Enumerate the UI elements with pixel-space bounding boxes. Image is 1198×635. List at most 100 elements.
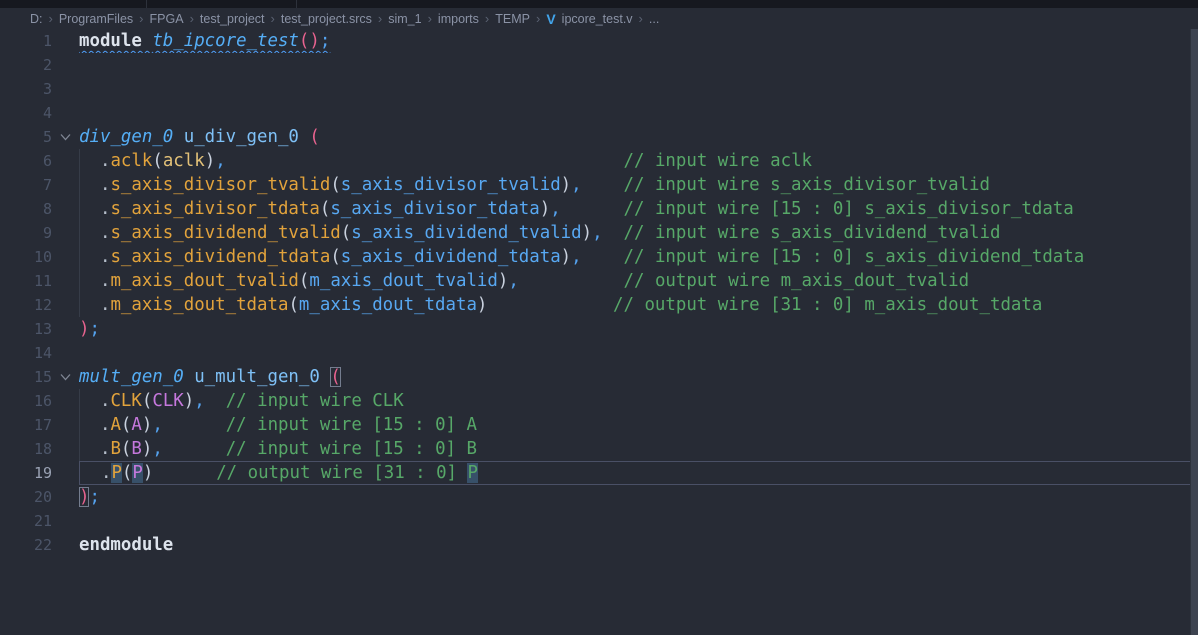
code-text[interactable]: .s_axis_dividend_tdata(s_axis_dividend_t… (79, 245, 1190, 269)
code-text[interactable] (79, 341, 1190, 365)
code-line[interactable]: 3 (0, 77, 1198, 101)
code-line[interactable]: 5div_gen_0 u_div_gen_0 ( (0, 125, 1198, 149)
code-text[interactable]: endmodule (79, 533, 1190, 557)
code-token: // input wire [15 : 0] s_axis_dividend_t… (624, 247, 1085, 267)
code-line[interactable]: 8 .s_axis_divisor_tdata(s_axis_divisor_t… (0, 197, 1198, 221)
breadcrumb-item[interactable]: test_project.srcs (281, 12, 372, 26)
code-token: // input wire aclk (624, 151, 812, 171)
code-line[interactable]: 22endmodule (0, 533, 1198, 557)
code-line[interactable]: 4 (0, 101, 1198, 125)
code-text[interactable]: .A(A), // input wire [15 : 0] A (79, 413, 1190, 437)
code-text[interactable]: .s_axis_divisor_tdata(s_axis_divisor_tda… (79, 197, 1190, 221)
code-text[interactable]: mult_gen_0 u_mult_gen_0 ( (79, 365, 1190, 389)
code-line[interactable]: 12 .m_axis_dout_tdata(m_axis_dout_tdata)… (0, 293, 1198, 317)
breadcrumb-item[interactable]: D: (30, 12, 43, 26)
gutter: 17 (0, 413, 79, 437)
code-token (561, 199, 624, 219)
code-text[interactable]: module tb_ipcore_test(); (79, 29, 1190, 53)
code-line[interactable]: 9 .s_axis_dividend_tvalid(s_axis_dividen… (0, 221, 1198, 245)
code-line[interactable]: 18 .B(B), // input wire [15 : 0] B (0, 437, 1198, 461)
code-text[interactable]: .s_axis_dividend_tvalid(s_axis_dividend_… (79, 221, 1190, 245)
code-text[interactable] (79, 509, 1190, 533)
breadcrumb-item[interactable]: sim_1 (388, 12, 421, 26)
code-text[interactable]: .m_axis_dout_tvalid(m_axis_dout_tvalid),… (79, 269, 1190, 293)
fold-chevron-icon[interactable] (52, 365, 79, 389)
code-token: , (571, 175, 581, 195)
code-token: ) (79, 319, 89, 339)
code-token: , (508, 271, 518, 291)
fold-spacer (52, 461, 79, 485)
code-token: ; (89, 319, 99, 339)
code-text[interactable]: div_gen_0 u_div_gen_0 ( (79, 125, 1190, 149)
code-token (226, 151, 624, 171)
chevron-right-icon: › (428, 11, 432, 26)
code-line[interactable]: 21 (0, 509, 1198, 533)
code-text[interactable]: .P(P) // output wire [31 : 0] P (79, 461, 1190, 485)
code-line[interactable]: 15mult_gen_0 u_mult_gen_0 ( (0, 365, 1198, 389)
code-text[interactable]: ); (79, 317, 1190, 341)
code-text[interactable]: .m_axis_dout_tdata(m_axis_dout_tdata) //… (79, 293, 1190, 317)
code-text[interactable]: .B(B), // input wire [15 : 0] B (79, 437, 1190, 461)
code-line[interactable]: 10 .s_axis_dividend_tdata(s_axis_dividen… (0, 245, 1198, 269)
code-token: ( (288, 295, 298, 315)
code-line[interactable]: 2 (0, 53, 1198, 77)
code-token: u_div_gen_0 (184, 127, 299, 147)
breadcrumb-item[interactable]: ProgramFiles (59, 12, 133, 26)
code-line[interactable]: 14 (0, 341, 1198, 365)
code-line[interactable]: 16 .CLK(CLK), // input wire CLK (0, 389, 1198, 413)
code-line[interactable]: 20); (0, 485, 1198, 509)
fold-spacer (52, 77, 79, 101)
code-token: ) (205, 151, 215, 171)
code-text[interactable] (79, 77, 1190, 101)
breadcrumb-item[interactable]: ... (649, 12, 659, 26)
code-token: ) (498, 271, 508, 291)
code-token: . (100, 415, 110, 435)
code-token: . (100, 223, 110, 243)
gutter: 16 (0, 389, 79, 413)
code-line[interactable]: 11 .m_axis_dout_tvalid(m_axis_dout_tvali… (0, 269, 1198, 293)
line-number: 13 (0, 317, 52, 341)
code-editor[interactable]: 1 module tb_ipcore_test();2345div_gen_0 u… (0, 29, 1198, 635)
fold-spacer (52, 509, 79, 533)
code-token: ) (561, 175, 571, 195)
code-line[interactable]: 7 .s_axis_divisor_tvalid(s_axis_divisor_… (0, 173, 1198, 197)
code-line[interactable]: 6 .aclk(aclk), // input wire aclk (0, 149, 1198, 173)
code-text[interactable]: ); (79, 485, 1190, 509)
code-text[interactable]: .aclk(aclk), // input wire aclk (79, 149, 1190, 173)
breadcrumb-item[interactable]: ipcore_test.v (562, 12, 633, 26)
scrollbar-thumb[interactable] (1190, 29, 1198, 635)
line-number: 6 (0, 149, 52, 173)
breadcrumb-item[interactable]: FPGA (150, 12, 184, 26)
vertical-scrollbar[interactable] (1190, 29, 1198, 635)
line-number: 16 (0, 389, 52, 413)
line-number: 9 (0, 221, 52, 245)
code-token: // input wire [15 : 0] s_axis_divisor_td… (624, 199, 1074, 219)
code-token: mult_gen_0 (79, 367, 184, 387)
code-token: m_axis_dout_tdata (110, 295, 288, 315)
breadcrumb-item[interactable]: TEMP (495, 12, 530, 26)
verilog-file-icon: V (546, 11, 555, 27)
code-token: ) (184, 391, 194, 411)
code-token: ) (79, 487, 89, 507)
fold-chevron-icon[interactable] (52, 125, 79, 149)
editor-tab-strip[interactable] (0, 0, 1198, 8)
code-line[interactable]: 19 .P(P) // output wire [31 : 0] P (0, 461, 1198, 485)
code-text[interactable] (79, 101, 1190, 125)
code-token: ) (561, 247, 571, 267)
code-token: , (571, 247, 581, 267)
line-number: 1 (0, 29, 52, 53)
code-token: . (100, 271, 110, 291)
gutter: 18 (0, 437, 79, 461)
code-token: , (550, 199, 560, 219)
code-line[interactable]: 13); (0, 317, 1198, 341)
code-token: ( (330, 367, 340, 387)
code-text[interactable]: .CLK(CLK), // input wire CLK (79, 389, 1190, 413)
code-text[interactable]: .s_axis_divisor_tvalid(s_axis_divisor_tv… (79, 173, 1190, 197)
code-line[interactable]: 1 module tb_ipcore_test(); (0, 29, 1198, 53)
code-line[interactable]: 17 .A(A), // input wire [15 : 0] A (0, 413, 1198, 437)
code-token (79, 271, 100, 291)
code-text[interactable] (79, 53, 1190, 77)
code-token (142, 31, 152, 51)
breadcrumb-item[interactable]: test_project (200, 12, 265, 26)
breadcrumb-item[interactable]: imports (438, 12, 479, 26)
